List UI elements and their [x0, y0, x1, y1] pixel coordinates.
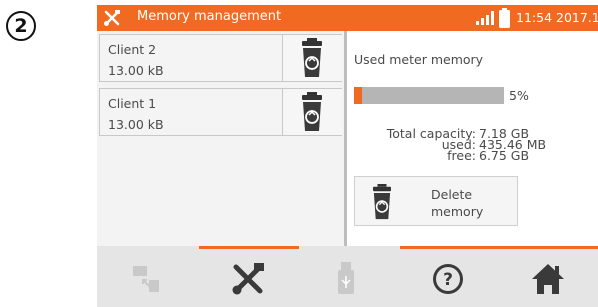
- delete-client-2-button[interactable]: [282, 35, 342, 81]
- signal-icon: [476, 11, 494, 25]
- free-label: free:: [447, 148, 476, 163]
- svg-text:?: ?: [443, 270, 453, 290]
- trash-icon: [373, 184, 391, 220]
- transfer-icon: [133, 266, 159, 292]
- delete-memory-label-line2: memory: [431, 204, 484, 219]
- window-title: Memory management: [137, 9, 282, 24]
- delete-memory-label-line1: Delete: [431, 187, 473, 202]
- tools-icon: [104, 10, 120, 26]
- client-name: Client 1: [108, 96, 157, 111]
- client-list: Client 2 13.00 kB Client 1 13.00 kB: [97, 31, 344, 246]
- delete-client-1-button[interactable]: [282, 89, 342, 135]
- clock: 11:54 2017.10.26: [516, 10, 598, 25]
- memory-usage-percent: 5%: [509, 88, 529, 103]
- client-size: 13.00 kB: [108, 63, 164, 78]
- nav-transfer-button[interactable]: [97, 249, 197, 307]
- trash-icon: [302, 92, 322, 131]
- tools-icon: [232, 263, 264, 295]
- trash-icon: [302, 38, 322, 77]
- bottom-nav: ?: [97, 246, 598, 307]
- nav-home-button[interactable]: [497, 249, 597, 307]
- home-icon: [532, 264, 564, 294]
- step-number: 2: [14, 15, 28, 37]
- delete-memory-label: Delete memory: [431, 186, 511, 220]
- nav-usb-button[interactable]: [297, 249, 397, 307]
- free-value: 6.75 GB: [479, 148, 530, 163]
- help-icon: ?: [433, 264, 463, 294]
- delete-memory-button[interactable]: Delete memory: [354, 176, 518, 226]
- list-item-client-2[interactable]: Client 2 13.00 kB: [99, 34, 342, 82]
- status-bar: Memory management 11:54 2017.10.26: [97, 5, 598, 31]
- nav-tools-button[interactable]: [197, 249, 297, 307]
- memory-usage-fill: [354, 87, 362, 104]
- memory-panel: Used meter memory 5% Total capacity: 7.1…: [347, 31, 598, 246]
- list-item-client-1[interactable]: Client 1 13.00 kB: [99, 88, 342, 136]
- step-number-badge: 2: [6, 11, 36, 41]
- nav-help-button[interactable]: ?: [397, 249, 497, 307]
- client-size: 13.00 kB: [108, 117, 164, 132]
- battery-icon: [499, 8, 510, 28]
- client-name: Client 2: [108, 42, 157, 57]
- usb-icon: [338, 262, 354, 294]
- used-memory-label: Used meter memory: [354, 52, 484, 67]
- device-screen: Memory management 11:54 2017.10.26 Clien…: [97, 5, 598, 307]
- memory-usage-bar: [354, 87, 504, 104]
